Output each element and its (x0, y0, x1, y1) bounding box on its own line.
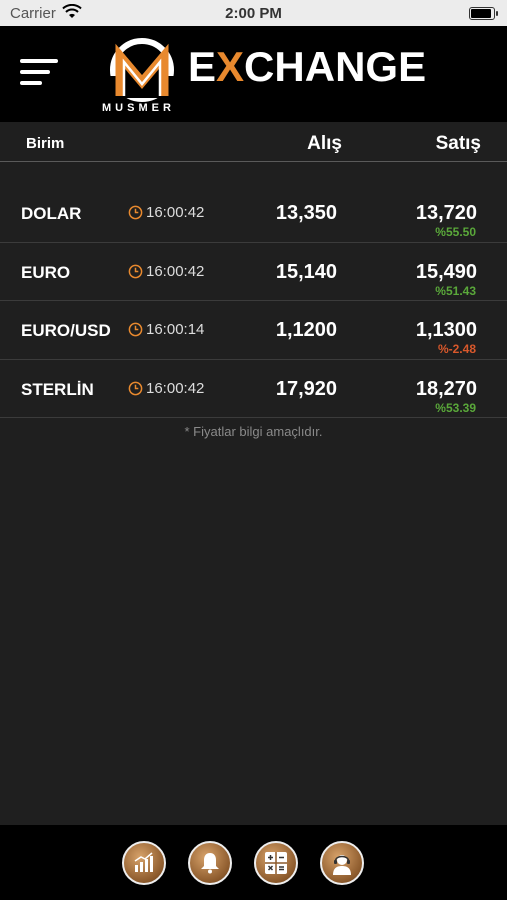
clock-icon (128, 381, 143, 395)
battery-icon (469, 7, 498, 20)
rates-list: DOLAR 16:00:42 13,350 13,720 %55.50 EURO… (0, 184, 507, 418)
table-row[interactable]: STERLİN 16:00:42 17,920 18,270 %53.39 (0, 360, 507, 418)
logo-subtitle: MUSMER (102, 102, 175, 114)
chart-icon[interactable] (122, 841, 166, 885)
clock-icon (128, 264, 143, 278)
clock-icon (128, 322, 143, 337)
currency-name: EURO/USD (21, 321, 111, 340)
sell-price: 1,1300 (415, 319, 477, 341)
musmer-logo-icon (110, 38, 174, 102)
sell-price: 18,270 (415, 377, 477, 400)
app-header: EXCHANGE MUSMER (0, 26, 507, 122)
support-agent-icon[interactable] (320, 841, 364, 885)
update-time: 16:00:42 (146, 379, 205, 397)
sell-price: 15,490 (415, 260, 477, 283)
currency-name: DOLAR (21, 204, 82, 223)
update-time: 16:00:14 (146, 321, 205, 338)
disclaimer-note: * Fiyatlar bilgi amaçlıdır. (184, 424, 323, 439)
sell-price: 13,720 (415, 202, 477, 224)
buy-price: 15,140 (275, 260, 337, 283)
currency-name: EURO (21, 262, 71, 282)
bottom-nav (0, 825, 507, 900)
support-agent-glyph (333, 855, 351, 875)
buy-price: 17,920 (275, 377, 337, 400)
change-percent: %51.43 (435, 283, 476, 298)
menu-icon[interactable] (20, 59, 60, 89)
change-percent: %55.50 (435, 225, 476, 239)
status-bar: Carrier 2:00 PM (0, 0, 507, 26)
logo-text: EXCHANGE (188, 43, 427, 90)
column-sell: Satış (435, 133, 481, 154)
bell-glyph (201, 853, 219, 874)
currency-name: STERLİN (21, 379, 94, 399)
table-header: Birim Alış Satış (0, 122, 507, 162)
calculator-icon[interactable] (254, 841, 298, 885)
update-time: 16:00:42 (146, 204, 205, 221)
change-percent: %-2.48 (437, 342, 476, 356)
buy-price: 1,1200 (275, 319, 337, 341)
table-row[interactable]: EURO/USD 16:00:14 1,1200 1,1300 %-2.48 (0, 301, 507, 360)
bell-icon[interactable] (188, 841, 232, 885)
clock-icon (128, 205, 143, 220)
column-buy: Alış (307, 133, 342, 154)
column-unit: Birim (26, 135, 65, 152)
table-row[interactable]: DOLAR 16:00:42 13,350 13,720 %55.50 (0, 184, 507, 243)
buy-price: 13,350 (275, 202, 337, 224)
calculator-glyph (265, 852, 287, 874)
update-time: 16:00:42 (146, 262, 205, 280)
change-percent: %53.39 (435, 400, 476, 415)
chart-glyph (134, 852, 153, 872)
status-time: 2:00 PM (225, 5, 282, 22)
table-row[interactable]: EURO 16:00:42 15,140 15,490 %51.43 (0, 243, 507, 301)
